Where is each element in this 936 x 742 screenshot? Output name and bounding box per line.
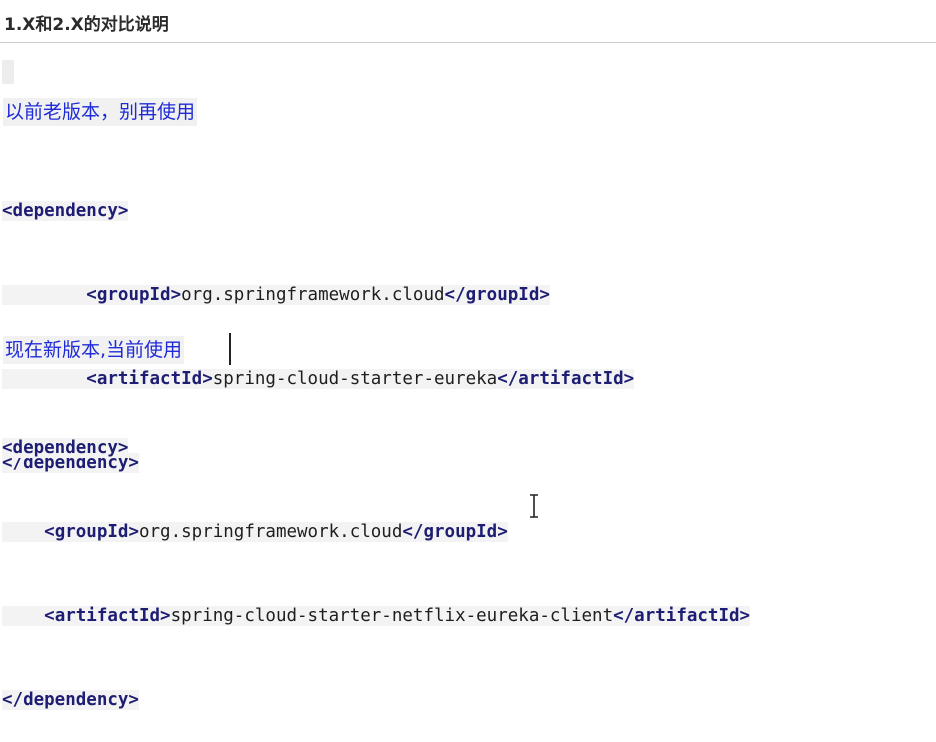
section-heading: 1.X和2.X的对比说明: [0, 0, 936, 43]
i-beam-cursor-icon: [530, 494, 538, 518]
new-dependency-code[interactable]: <dependency> <groupId>org.springframewor…: [2, 378, 751, 742]
code-line: <dependency>: [2, 438, 129, 458]
code-line: <groupId>org.springframework.cloud</grou…: [2, 281, 634, 309]
code-line: </dependency>: [2, 690, 139, 710]
code-line: <groupId>org.springframework.cloud</grou…: [2, 518, 750, 546]
heading-text: 1.X和2.X的对比说明: [4, 15, 169, 35]
old-version-note[interactable]: 以前老版本，别再使用: [3, 98, 198, 126]
empty-paragraph[interactable]: [2, 60, 14, 84]
code-line: <artifactId>spring-cloud-starter-netflix…: [2, 602, 751, 630]
new-version-note[interactable]: 现在新版本,当前使用: [3, 336, 185, 364]
code-line: <dependency>: [2, 201, 129, 221]
text-caret: [229, 333, 231, 365]
